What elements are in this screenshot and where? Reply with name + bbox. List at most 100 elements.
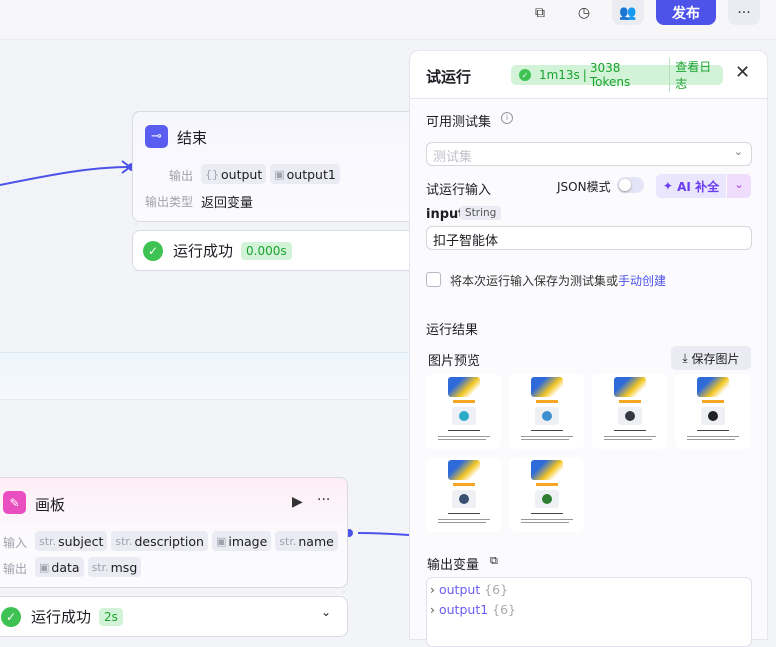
poster-text: [687, 439, 735, 440]
more-icon[interactable]: ···: [317, 492, 330, 508]
poster-text: [521, 439, 569, 440]
image-thumbnail[interactable]: [426, 374, 501, 449]
poster-caption: [614, 430, 646, 431]
output-tag: ▣ data: [35, 557, 84, 577]
poster-title: [453, 400, 475, 403]
node-title: 画板: [35, 496, 66, 514]
image-thumbnail[interactable]: [426, 457, 501, 532]
output-label: 输出: [3, 562, 28, 576]
manual-create-link[interactable]: 手动创建: [618, 274, 666, 288]
input-tag: str. name: [275, 531, 338, 551]
poster-text: [438, 522, 486, 523]
tag-name: output: [221, 166, 263, 182]
poster-avatar: [535, 407, 559, 425]
node-title: 结束: [177, 129, 208, 147]
sparkle-icon: ✦: [662, 179, 678, 193]
poster-avatar: [452, 490, 476, 508]
poster-text: [521, 519, 573, 520]
duration-badge: 0.000s: [241, 241, 292, 260]
canvas-node[interactable]: ✎ 画板 ▶ ··· 输入 str. subject str. descriptio…: [0, 477, 348, 588]
poster-avatar: [701, 407, 725, 425]
poster-caption: [448, 513, 480, 514]
status-text: 运行成功: [173, 242, 234, 260]
ai-fill-dropdown[interactable]: ⌄: [727, 174, 751, 198]
poster-text: [438, 519, 490, 520]
end-node-status[interactable]: ✓ 运行成功 0.000s: [132, 230, 432, 271]
image-thumbnail[interactable]: [675, 374, 750, 449]
poster-title: [702, 400, 724, 403]
tag-name: name: [298, 533, 334, 549]
test-run-panel: 试运行 ✓ 1m13s | 3038 Tokens 查看日志 ✕ 可用测试集 i…: [409, 50, 768, 647]
output-var-row[interactable]: › output1 {6}: [430, 602, 748, 622]
result-label: 运行结果: [426, 323, 479, 338]
var-name: output1: [438, 602, 489, 617]
tag-name: msg: [110, 559, 138, 575]
poster-caption: [448, 430, 480, 431]
chevron-down-icon: ⌄: [733, 145, 743, 158]
end-node[interactable]: ⊸ 结束 输出 {} output ▣ output1 输出类型 返回变量: [132, 111, 432, 222]
testset-label: 可用测试集: [426, 115, 492, 130]
edge-from-canvas: [357, 532, 410, 536]
image-thumbnail[interactable]: [509, 374, 584, 449]
tag-name: subject: [58, 533, 104, 549]
input-tag: str. description: [111, 531, 208, 551]
input-value: 扣子智能体: [433, 234, 499, 249]
view-log-link[interactable]: 查看日志: [669, 58, 723, 92]
save-image-button[interactable]: ⤓ 保存图片: [671, 346, 751, 370]
poster-hero: [531, 460, 563, 480]
image-preview-label: 图片预览: [428, 354, 481, 369]
tag-name: description: [134, 533, 204, 549]
output-vars-tree: › output {6} › output1 {6}: [426, 577, 752, 647]
input-type-tag: String: [460, 206, 502, 220]
canvas-node-status[interactable]: ✓ 运行成功 2s ⌄: [0, 596, 348, 637]
panel-header: 试运行 ✓ 1m13s | 3038 Tokens 查看日志 ✕: [410, 51, 767, 99]
poster-text: [438, 436, 490, 437]
chevron-down-icon[interactable]: ⌄: [321, 605, 331, 619]
save-image-label: 保存图片: [691, 351, 740, 366]
output-tag: ▣ output1: [270, 164, 340, 184]
type-prefix: str.: [115, 534, 133, 548]
close-icon[interactable]: ✕: [735, 62, 750, 83]
drawing-board-icon: ✎: [3, 491, 26, 514]
type-prefix: str.: [39, 534, 57, 548]
select-placeholder: 测试集: [433, 150, 473, 165]
var-count: {6}: [492, 602, 517, 617]
input-param-name: input: [426, 207, 465, 222]
poster-title: [536, 400, 558, 403]
end-icon: ⊸: [145, 125, 168, 148]
input-field[interactable]: 扣子智能体: [426, 226, 752, 250]
poster-title: [536, 483, 558, 486]
download-icon: ⤓: [682, 350, 692, 365]
poster-text: [521, 436, 573, 437]
image-thumbnail[interactable]: [592, 374, 667, 449]
poster-hero: [448, 460, 480, 480]
var-count: {6}: [484, 582, 509, 597]
panel-title: 试运行: [426, 68, 472, 86]
output-var-row[interactable]: › output {6}: [430, 582, 748, 602]
chevron-right-icon: ›: [430, 582, 435, 597]
testset-select[interactable]: 测试集 ⌄: [426, 142, 752, 166]
check-circle-icon: ✓: [519, 69, 531, 81]
image-thumbnail[interactable]: [509, 457, 584, 532]
tag-name: data: [51, 559, 80, 575]
output-vars-label: 输出变量: [427, 558, 480, 573]
ai-fill-button[interactable]: ✦ AI 补全: [656, 174, 726, 198]
poster-text: [521, 522, 569, 523]
input-tag: str. subject: [35, 531, 108, 551]
poster-title: [619, 400, 641, 403]
copy-icon[interactable]: ⧉: [490, 554, 498, 568]
poster-avatar: [618, 407, 642, 425]
output-type-value: 返回变量: [201, 196, 254, 211]
edge-to-end: [0, 166, 131, 186]
info-icon[interactable]: i: [501, 112, 513, 124]
save-testset-text: 将本次运行输入保存为测试集或: [450, 274, 619, 288]
run-node-icon[interactable]: ▶: [292, 494, 303, 510]
save-testset-checkbox[interactable]: [426, 272, 441, 287]
poster-avatar: [452, 407, 476, 425]
json-mode-toggle[interactable]: [617, 177, 644, 193]
image-icon: ▣: [215, 534, 227, 548]
poster-text: [604, 436, 656, 437]
token-count: 3038 Tokens: [589, 61, 631, 89]
image-icon: ▣: [274, 167, 285, 181]
poster-caption: [531, 513, 563, 514]
